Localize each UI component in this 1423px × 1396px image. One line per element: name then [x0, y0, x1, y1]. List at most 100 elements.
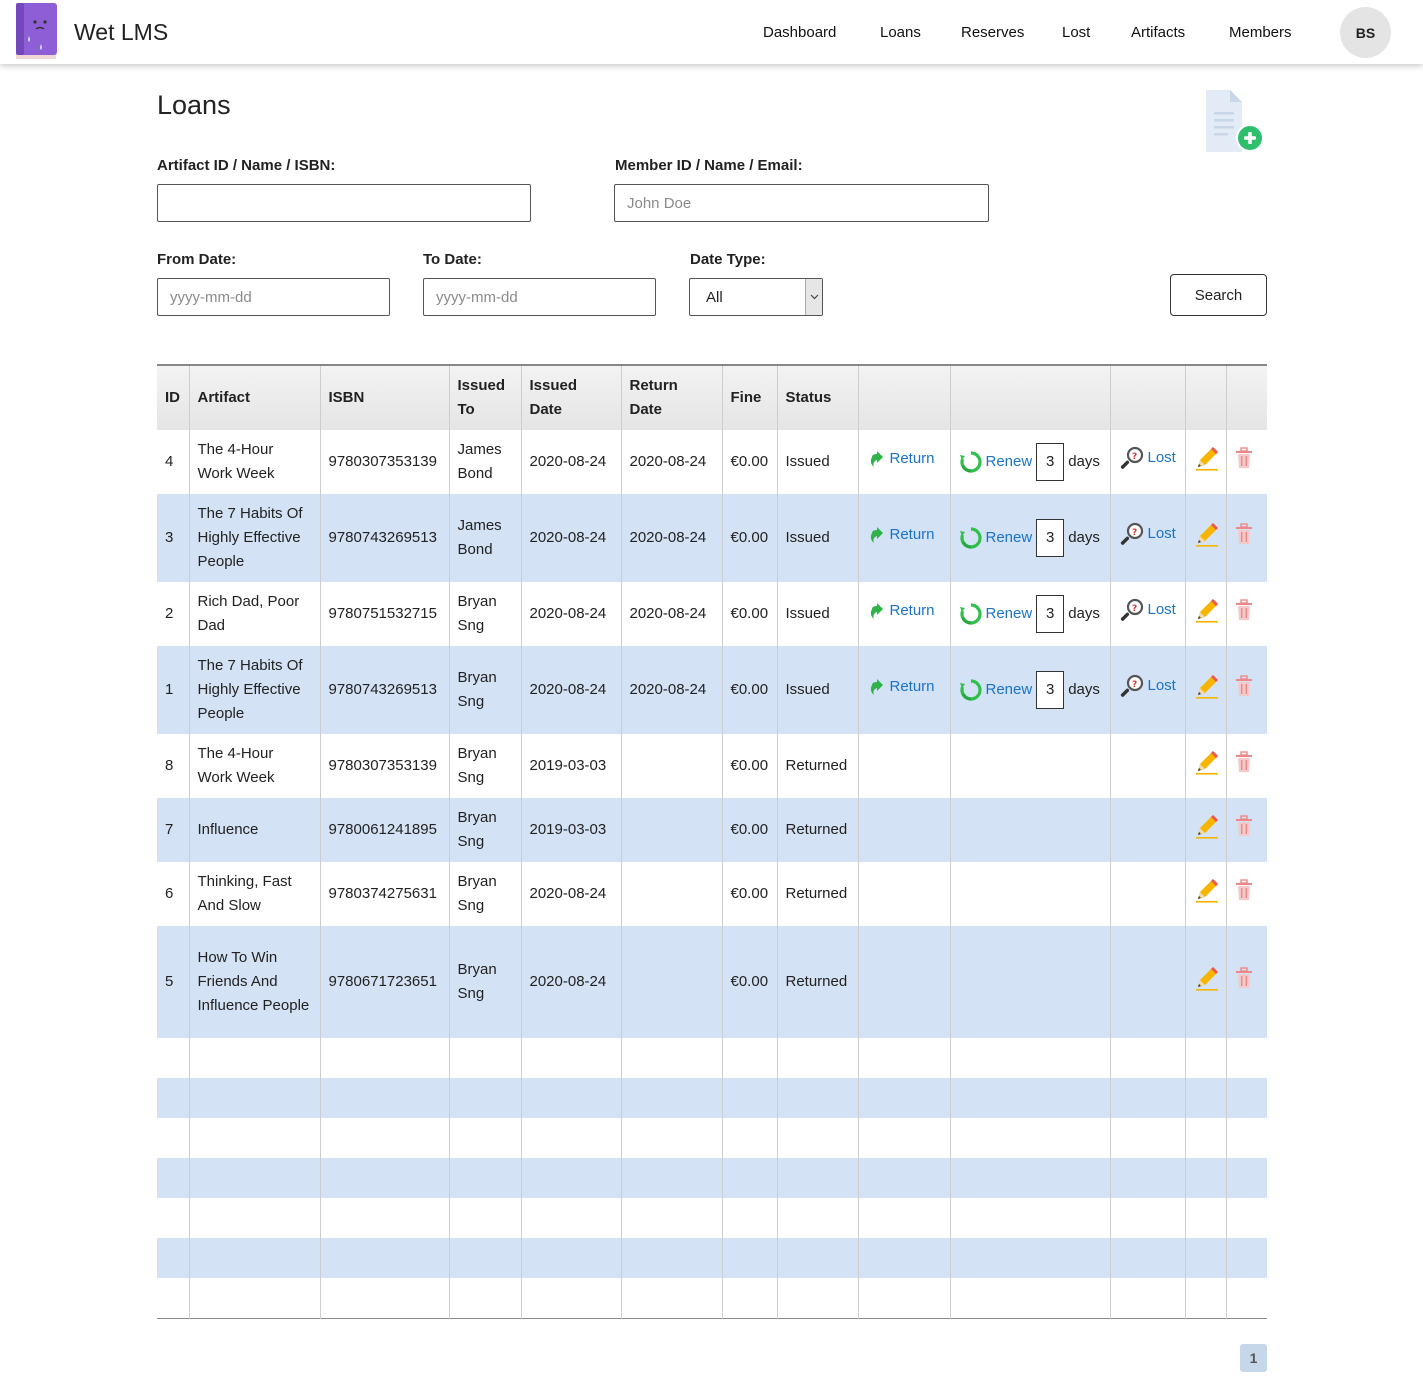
cell-id: 3 — [165, 529, 174, 546]
renew-button[interactable]: Renew — [959, 602, 1032, 626]
new-document-icon[interactable] — [1200, 86, 1268, 156]
edit-button[interactable] — [1194, 521, 1220, 555]
renew-button[interactable]: Renew — [959, 526, 1032, 550]
empty-cell — [448, 1278, 521, 1318]
delete-button[interactable] — [1235, 675, 1253, 705]
date-type-select[interactable]: All — [689, 278, 823, 316]
return-button[interactable]: Return — [867, 447, 935, 471]
renew-days-input[interactable]: 3 — [1036, 518, 1065, 557]
empty-cell — [188, 1278, 320, 1318]
cell-fine: €0.00 — [721, 494, 777, 582]
artifact-search-input[interactable] — [157, 184, 531, 222]
lost-cell: ? Lost — [1109, 494, 1185, 582]
cell-return-date: 2020-08-24 — [620, 582, 722, 646]
empty-cell — [620, 1038, 722, 1078]
delete-button[interactable] — [1235, 523, 1253, 553]
user-avatar[interactable]: BS — [1340, 7, 1391, 58]
empty-cell — [1109, 1038, 1185, 1078]
svg-text:?: ? — [1132, 680, 1137, 690]
return-button[interactable]: Return — [867, 675, 935, 699]
empty-cell — [1184, 1158, 1226, 1198]
delete-button[interactable] — [1235, 447, 1253, 477]
empty-cell — [1109, 1278, 1185, 1318]
delete-button[interactable] — [1235, 815, 1253, 845]
empty-cell — [949, 1198, 1110, 1238]
lost-cell — [1109, 798, 1185, 862]
nav-members[interactable]: Members — [1229, 24, 1292, 41]
empty-cell — [776, 1158, 858, 1198]
renew-days-input[interactable]: 3 — [1036, 594, 1065, 633]
member-search-input[interactable] — [614, 184, 989, 222]
book-logo-icon[interactable] — [15, 2, 59, 60]
col-fine: Fine — [721, 364, 777, 430]
cell-status: Issued — [776, 430, 858, 494]
col-return-date: Return Date — [620, 364, 722, 430]
edit-button[interactable] — [1194, 749, 1220, 783]
cell-status: Returned — [776, 798, 858, 862]
return-label: Return — [889, 678, 935, 695]
renew-icon — [959, 602, 982, 625]
renew-button[interactable]: Renew — [959, 450, 1032, 474]
edit-button[interactable] — [1194, 813, 1220, 847]
empty-cell — [620, 1238, 722, 1278]
chevron-down-icon[interactable] — [805, 279, 822, 315]
delete-button[interactable] — [1235, 599, 1253, 629]
cell-issued-date: 2020-08-24 — [520, 926, 621, 1038]
app-brand[interactable]: Wet LMS — [74, 19, 168, 46]
delete-cell — [1225, 494, 1267, 582]
empty-cell — [1225, 1198, 1267, 1238]
empty-cell — [319, 1078, 449, 1118]
edit-button[interactable] — [1194, 445, 1220, 479]
to-date-input[interactable] — [423, 278, 656, 316]
lost-button[interactable]: ? Lost — [1119, 597, 1176, 623]
pencil-icon — [1195, 523, 1218, 547]
cell-artifact: The 7 Habits Of Highly Effective People — [188, 494, 320, 582]
renew-days-input[interactable]: 3 — [1036, 442, 1065, 481]
lost-button[interactable]: ? Lost — [1119, 521, 1176, 547]
search-button[interactable]: Search — [1170, 274, 1267, 316]
lost-button[interactable]: ? Lost — [1119, 445, 1176, 471]
empty-cell — [520, 1118, 621, 1158]
empty-row — [157, 1278, 1267, 1318]
page-title: Loans — [157, 90, 231, 120]
edit-button[interactable] — [1194, 597, 1220, 631]
delete-button[interactable] — [1235, 751, 1253, 781]
empty-cell — [319, 1118, 449, 1158]
return-cell: Return — [857, 430, 950, 494]
top-navbar: Wet LMS Dashboard Loans Reserves Lost Ar… — [0, 0, 1423, 64]
empty-cell — [1184, 1198, 1226, 1238]
return-button[interactable]: Return — [867, 523, 935, 547]
empty-cell — [620, 1118, 722, 1158]
edit-button[interactable] — [1194, 877, 1220, 911]
delete-button[interactable] — [1235, 879, 1253, 909]
nav-lost[interactable]: Lost — [1062, 24, 1090, 41]
edit-button[interactable] — [1194, 673, 1220, 707]
delete-button[interactable] — [1235, 967, 1253, 997]
pencil-icon — [1195, 751, 1218, 775]
nav-artifacts[interactable]: Artifacts — [1131, 24, 1185, 41]
nav-reserves[interactable]: Reserves — [961, 24, 1024, 41]
cell-issued-to: Bryan Sng — [448, 582, 521, 646]
nav-dashboard[interactable]: Dashboard — [763, 24, 836, 41]
cell-status: Returned — [776, 926, 858, 1038]
return-button[interactable]: Return — [867, 599, 935, 623]
cell-issued-to: Bryan Sng — [448, 862, 521, 926]
col-artifact: Artifact — [188, 364, 320, 430]
renew-days-input[interactable]: 3 — [1036, 670, 1065, 709]
lost-button[interactable]: ? Lost — [1119, 673, 1176, 699]
svg-text:?: ? — [1132, 452, 1137, 462]
pagination-page[interactable]: 1 — [1240, 1344, 1267, 1372]
empty-cell — [319, 1158, 449, 1198]
delete-cell — [1225, 734, 1267, 798]
delete-cell — [1225, 646, 1267, 734]
return-cell: Return — [857, 494, 950, 582]
edit-button[interactable] — [1194, 965, 1220, 999]
renew-button[interactable]: Renew — [959, 678, 1032, 702]
nav-loans[interactable]: Loans — [880, 24, 921, 41]
empty-cell — [188, 1198, 320, 1238]
from-date-input[interactable] — [157, 278, 390, 316]
pencil-icon — [1195, 967, 1218, 991]
cell-issued-to: Bryan Sng — [448, 734, 521, 798]
empty-cell — [721, 1238, 777, 1278]
empty-cell — [319, 1238, 449, 1278]
